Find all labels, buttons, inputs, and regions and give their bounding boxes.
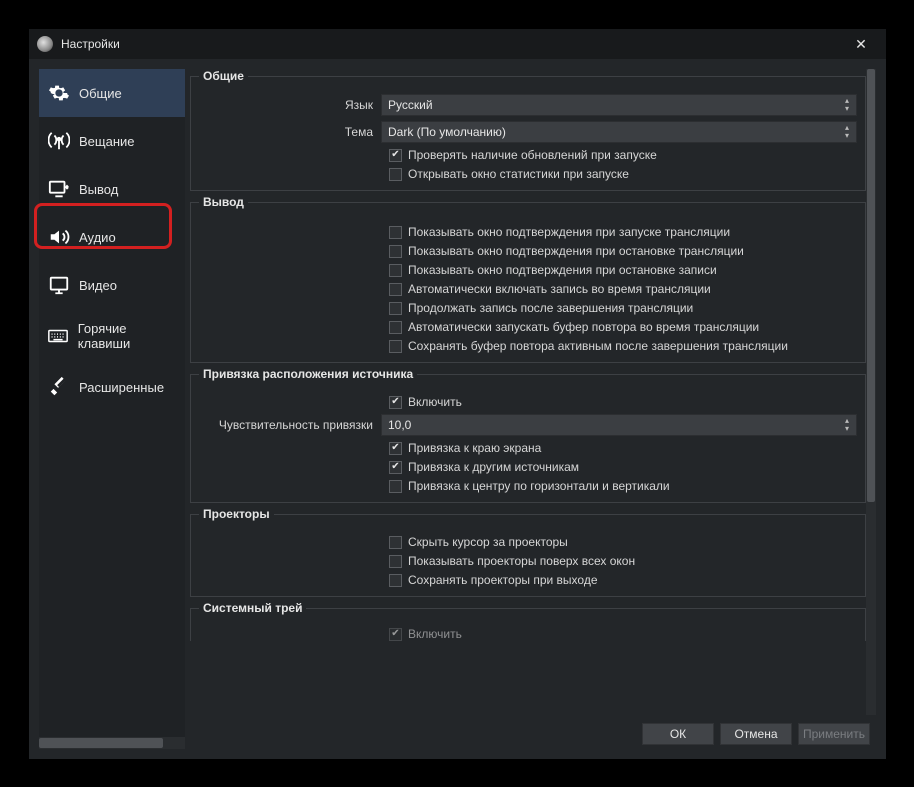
group-systray: Системный трей Включить [190, 601, 866, 641]
checkbox[interactable] [389, 536, 402, 549]
sidebar-item-label: Расширенные [79, 380, 164, 395]
snap-sens-label: Чувствительность привязки [199, 418, 381, 432]
checkbox-check-updates[interactable] [389, 149, 402, 162]
checkbox-snap-other[interactable] [389, 461, 402, 474]
group-output: Вывод Показывать окно подтверждения при … [190, 195, 866, 363]
sidebar-item-label: Вывод [79, 182, 118, 197]
titlebar: Настройки ✕ [29, 29, 886, 59]
group-legend: Привязка расположения источника [199, 367, 417, 381]
sidebar-item-label: Вещание [79, 134, 135, 149]
checkbox[interactable] [389, 283, 402, 296]
group-legend: Проекторы [199, 507, 274, 521]
group-general: Общие Язык Русский ▴▾ Тема Dark (По умол [190, 69, 866, 191]
tools-icon [47, 375, 71, 399]
sidebar-item-advanced[interactable]: Расширенные [39, 363, 185, 411]
group-snapping: Привязка расположения источника Включить… [190, 367, 866, 503]
apply-button[interactable]: Применить [798, 723, 870, 745]
sidebar-item-stream[interactable]: Вещание [39, 117, 185, 165]
settings-window: Настройки ✕ Общие Вещание Вывод [29, 29, 886, 759]
gear-icon [47, 81, 71, 105]
sidebar-item-label: Видео [79, 278, 117, 293]
ok-button[interactable]: ОК [642, 723, 714, 745]
checkbox[interactable] [389, 321, 402, 334]
sidebar-item-label: Горячие клавиши [78, 321, 177, 351]
close-button[interactable]: ✕ [844, 29, 878, 59]
chevron-updown-icon: ▴▾ [840, 95, 854, 115]
checkbox[interactable] [389, 340, 402, 353]
language-select[interactable]: Русский ▴▾ [381, 94, 857, 116]
sidebar-item-label: Общие [79, 86, 122, 101]
checkbox[interactable] [389, 264, 402, 277]
checkbox-snap-center[interactable] [389, 480, 402, 493]
app-icon [37, 36, 53, 52]
settings-scroll: Общие Язык Русский ▴▾ Тема Dark (По умол [190, 69, 866, 715]
checkbox[interactable] [389, 245, 402, 258]
group-projectors: Проекторы Скрыть курсор за проекторы Пок… [190, 507, 866, 597]
group-legend: Общие [199, 69, 248, 83]
chevron-updown-icon: ▴▾ [840, 415, 854, 435]
checkbox[interactable] [389, 226, 402, 239]
content-panel: Общие Язык Русский ▴▾ Тема Dark (По умол [190, 69, 876, 749]
snap-sens-spin[interactable]: 10,0 ▴▾ [381, 414, 857, 436]
sidebar-item-output[interactable]: Вывод [39, 165, 185, 213]
output-icon [47, 177, 71, 201]
checkbox[interactable] [389, 302, 402, 315]
speaker-icon [47, 225, 71, 249]
sidebar-scrollbar[interactable] [39, 737, 185, 749]
language-label: Язык [199, 98, 381, 112]
checkbox[interactable] [389, 555, 402, 568]
theme-label: Тема [199, 125, 381, 139]
checkbox-snap-enable[interactable] [389, 396, 402, 409]
sidebar-item-video[interactable]: Видео [39, 261, 185, 309]
checkbox-snap-edge[interactable] [389, 442, 402, 455]
group-legend: Вывод [199, 195, 248, 209]
window-body: Общие Вещание Вывод Аудио [29, 59, 886, 759]
dialog-footer: ОК Отмена Применить [190, 715, 876, 749]
chevron-updown-icon: ▴▾ [840, 122, 854, 142]
theme-select[interactable]: Dark (По умолчанию) ▴▾ [381, 121, 857, 143]
sidebar-item-audio[interactable]: Аудио [39, 213, 185, 261]
sidebar-item-general[interactable]: Общие [39, 69, 185, 117]
checkbox-tray-enable[interactable] [389, 628, 402, 641]
sidebar-item-hotkeys[interactable]: Горячие клавиши [39, 309, 185, 363]
checkbox[interactable] [389, 574, 402, 587]
cancel-button[interactable]: Отмена [720, 723, 792, 745]
checkbox-open-stats[interactable] [389, 168, 402, 181]
window-title: Настройки [61, 37, 844, 51]
content-scrollbar[interactable] [866, 69, 876, 715]
sidebar: Общие Вещание Вывод Аудио [39, 69, 185, 749]
sidebar-item-label: Аудио [79, 230, 116, 245]
group-legend: Системный трей [199, 601, 306, 615]
antenna-icon [47, 129, 71, 153]
keyboard-icon [47, 324, 70, 348]
monitor-icon [47, 273, 71, 297]
